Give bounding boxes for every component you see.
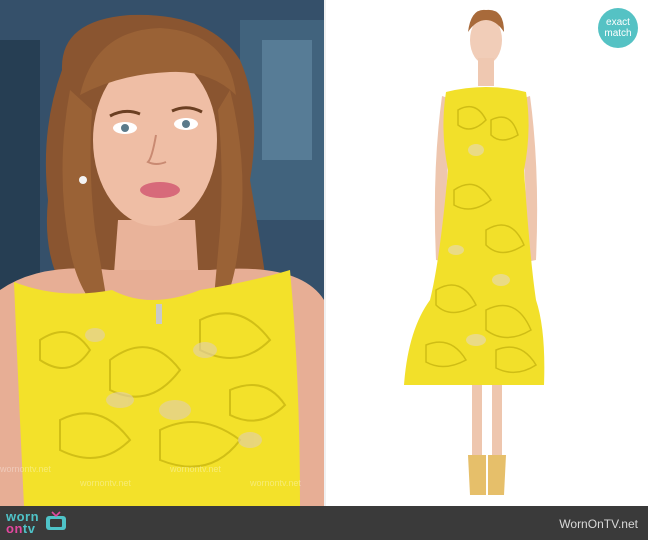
tv-icon	[45, 510, 67, 536]
tv-screenshot-photo: wornontv.net wornontv.net wornontv.net w…	[0, 0, 324, 506]
logo-word-tv: tv	[22, 521, 36, 536]
watermark-text: wornontv.net	[170, 464, 221, 474]
watermark-text: wornontv.net	[250, 478, 301, 488]
anchor-illustration	[0, 0, 324, 506]
watermark-text: wornontv.net	[80, 478, 131, 488]
badge-line1: exact	[606, 17, 630, 28]
wornontv-logo[interactable]: worn ontv	[6, 510, 67, 536]
dress-model-illustration	[404, 9, 545, 495]
exact-match-badge: exact match	[598, 8, 638, 48]
badge-line2: match	[604, 28, 632, 39]
watermark-text: wornontv.net	[0, 464, 51, 474]
logo-word-on: on	[6, 521, 23, 536]
product-photo	[326, 0, 648, 506]
site-name[interactable]: WornOnTV.net	[559, 517, 638, 531]
footer-bar: worn ontv WornOnTV.net	[0, 506, 648, 540]
